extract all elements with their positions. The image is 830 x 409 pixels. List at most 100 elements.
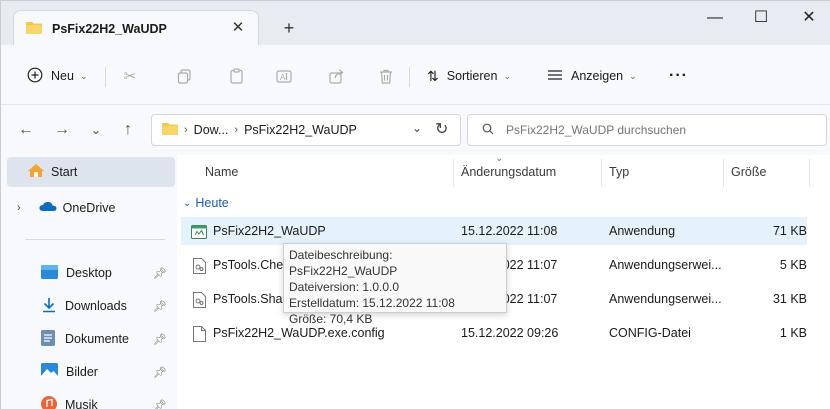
- new-tab-button[interactable]: +: [277, 18, 301, 40]
- file-type: Anwendungserwei...: [609, 292, 722, 306]
- sidebar-item-label: Start: [51, 165, 78, 179]
- tooltip-size: Größe: 70,4 KB: [289, 312, 373, 326]
- paste-icon[interactable]: [223, 63, 249, 89]
- rename-icon[interactable]: A: [271, 63, 297, 89]
- file-type: Anwendung: [609, 224, 676, 238]
- document-icon: [41, 329, 55, 349]
- search-icon: [482, 123, 494, 138]
- tab-close-icon[interactable]: ✕: [228, 18, 248, 38]
- new-label: Neu: [51, 69, 74, 83]
- minimize-button[interactable]: —: [695, 5, 735, 35]
- search-input[interactable]: [506, 123, 806, 137]
- pin-icon[interactable]: 📌︎: [153, 300, 167, 313]
- file-type: Anwendungserwei...: [609, 258, 722, 272]
- view-label: Anzeigen: [571, 69, 624, 83]
- music-icon: [41, 395, 57, 409]
- sidebar-item-musik[interactable]: Musik 📌︎: [7, 390, 175, 409]
- more-options-button[interactable]: ···: [669, 63, 688, 89]
- dll-file-icon: [193, 251, 206, 279]
- file-list: Name Änderungsdatum ⌄ Typ Größe ⌄ Heute …: [177, 153, 830, 409]
- pin-icon[interactable]: 📌︎: [153, 267, 167, 280]
- breadcrumb-separator: ›: [184, 124, 188, 136]
- file-date: 15.12.2022 11:08: [461, 224, 558, 238]
- column-header-date[interactable]: Änderungsdatum: [461, 155, 556, 189]
- desktop-icon: [41, 264, 58, 282]
- new-button[interactable]: Neu ⌄: [27, 63, 87, 89]
- tooltip-created: Erstelldatum: 15.12.2022 11:08: [289, 296, 455, 310]
- sidebar-item-start[interactable]: Start: [7, 157, 175, 187]
- group-header-today[interactable]: ⌄ Heute: [183, 193, 229, 213]
- file-size: 5 KB: [779, 258, 807, 272]
- dll-file-icon: [193, 285, 206, 313]
- chevron-down-icon: ⌄: [79, 70, 88, 81]
- column-header-name[interactable]: Name: [205, 155, 238, 189]
- tab-bar: PsFix22H2_WaUDP ✕ + — ☐ ✕: [1, 1, 830, 46]
- pin-icon[interactable]: 📌︎: [153, 333, 167, 346]
- file-size: 71 KB: [772, 224, 807, 238]
- sidebar-item-label: Musik: [65, 398, 98, 409]
- column-header-size[interactable]: Größe: [731, 155, 766, 189]
- breadcrumb-downloads[interactable]: Dow...: [194, 123, 229, 137]
- view-button[interactable]: Anzeigen ⌄: [547, 63, 637, 89]
- copy-icon[interactable]: [171, 63, 197, 89]
- chevron-down-icon: ⌄: [503, 70, 512, 81]
- download-icon: [41, 297, 57, 316]
- column-header-type[interactable]: Typ: [609, 155, 629, 189]
- search-box[interactable]: [467, 114, 827, 146]
- up-button[interactable]: ↑: [117, 119, 139, 141]
- sidebar-item-label: Dokumente: [65, 332, 129, 346]
- sidebar-item-downloads[interactable]: Downloads 📌︎: [7, 291, 175, 321]
- sort-icon: ⇅: [427, 67, 439, 84]
- tab-psfix22h2-waudp[interactable]: PsFix22H2_WaUDP ✕: [13, 10, 259, 46]
- tooltip-description: Dateibeschreibung: PsFix22H2_WaUDP: [289, 248, 398, 278]
- folder-icon: [26, 21, 42, 37]
- file-type: CONFIG-Datei: [609, 326, 691, 340]
- svg-text:A: A: [280, 73, 286, 82]
- address-history-chevron-icon[interactable]: ⌄: [412, 121, 422, 135]
- tooltip-version: Dateiversion: 1.0.0.0: [289, 280, 400, 294]
- home-icon: [27, 163, 45, 181]
- sort-indicator-icon: ⌄: [495, 153, 504, 164]
- chevron-down-icon: ⌄: [183, 197, 192, 209]
- application-icon: [191, 217, 207, 245]
- sidebar-item-label: Downloads: [65, 299, 127, 313]
- sidebar-item-desktop[interactable]: Desktop 📌︎: [7, 258, 175, 288]
- maximize-button[interactable]: ☐: [741, 5, 781, 35]
- sort-label: Sortieren: [446, 69, 498, 83]
- column-divider[interactable]: [601, 159, 602, 187]
- cut-icon[interactable]: ✂: [117, 63, 143, 89]
- folder-icon: [162, 122, 178, 138]
- table-row[interactable]: PsFix22H2_WaUDP 15.12.2022 11:08 Anwendu…: [181, 217, 807, 245]
- address-bar[interactable]: › Dow... › PsFix22H2_WaUDP ⌄: [151, 114, 461, 146]
- recent-locations-button[interactable]: ⌄: [85, 119, 107, 141]
- sidebar-item-onedrive[interactable]: › OneDrive: [7, 193, 175, 223]
- sort-button[interactable]: ⇅ Sortieren ⌄: [427, 63, 511, 89]
- close-window-button[interactable]: ✕: [789, 5, 829, 35]
- plus-circle-icon: [27, 67, 43, 86]
- delete-icon[interactable]: [373, 63, 399, 89]
- pin-icon[interactable]: 📌︎: [153, 399, 167, 409]
- column-divider[interactable]: [453, 159, 454, 187]
- address-row: ← → ⌄ ↑ › Dow... › PsFix22H2_WaUDP ⌄ ↻: [1, 105, 830, 155]
- sidebar-item-dokumente[interactable]: Dokumente 📌︎: [7, 324, 175, 354]
- share-icon[interactable]: [323, 63, 349, 89]
- pictures-icon: [41, 363, 58, 381]
- back-button[interactable]: ←: [15, 119, 37, 141]
- sidebar-item-bilder[interactable]: Bilder 📌︎: [7, 357, 175, 387]
- toolbar-divider: [105, 67, 106, 87]
- file-explorer-window: PsFix22H2_WaUDP ✕ + — ☐ ✕ Neu ⌄ ✂ A ⇅ So…: [0, 0, 830, 409]
- column-divider[interactable]: [809, 159, 810, 187]
- pin-icon[interactable]: 📌︎: [153, 366, 167, 379]
- file-name: PsFix22H2_WaUDP: [213, 224, 326, 238]
- file-size: 31 KB: [772, 292, 807, 306]
- sidebar-item-label: Bilder: [66, 365, 98, 379]
- toolbar-divider: [409, 67, 410, 87]
- file-size: 1 KB: [779, 326, 807, 340]
- sidebar-item-label: OneDrive: [62, 201, 116, 215]
- chevron-right-icon[interactable]: ›: [17, 202, 21, 214]
- column-divider[interactable]: [723, 159, 724, 187]
- breadcrumb-current-folder[interactable]: PsFix22H2_WaUDP: [244, 123, 357, 137]
- view-list-icon: [547, 69, 563, 84]
- refresh-icon[interactable]: ↻: [435, 119, 448, 139]
- forward-button[interactable]: →: [51, 119, 73, 141]
